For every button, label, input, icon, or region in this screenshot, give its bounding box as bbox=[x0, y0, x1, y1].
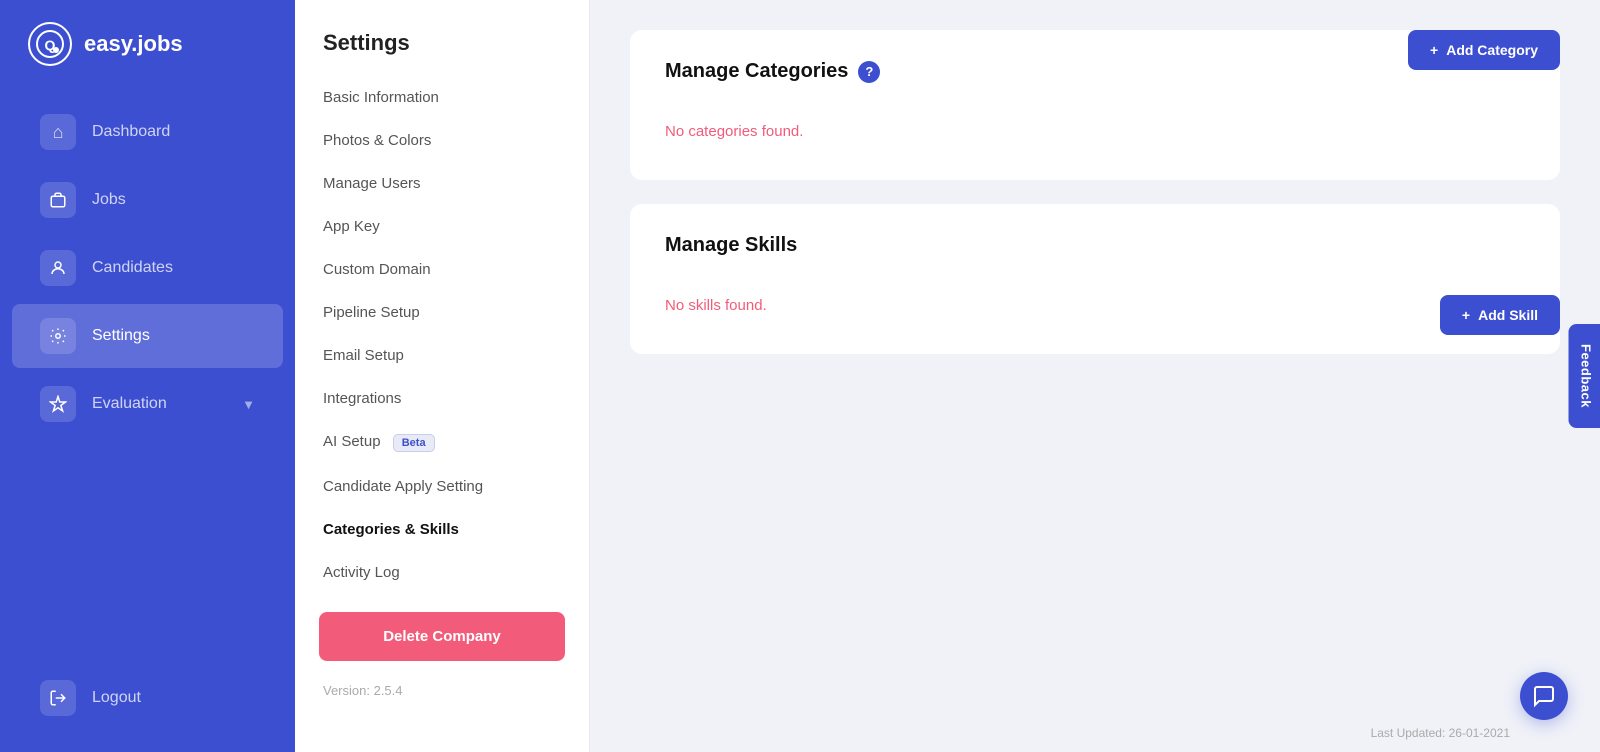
manage-skills-title: Manage Skills bbox=[665, 234, 797, 257]
settings-menu-candidate-apply[interactable]: Candidate Apply Setting bbox=[295, 465, 589, 508]
feedback-tab[interactable]: Feedback bbox=[1569, 324, 1600, 428]
sidebar-label-settings: Settings bbox=[92, 327, 255, 345]
candidates-icon bbox=[40, 250, 76, 286]
chat-bubble-button[interactable] bbox=[1520, 672, 1568, 720]
sidebar-label-dashboard: Dashboard bbox=[92, 123, 255, 141]
logo-area[interactable]: Q easy.jobs bbox=[0, 0, 295, 88]
logout-area[interactable]: Logout bbox=[0, 664, 295, 752]
delete-company-button[interactable]: Delete Company bbox=[319, 612, 565, 661]
version-text: Version: 2.5.4 bbox=[295, 671, 589, 710]
settings-content: + Add Category Manage Categories ? No ca… bbox=[590, 0, 1600, 752]
add-category-button[interactable]: + Add Category bbox=[1408, 30, 1560, 70]
sidebar: Q easy.jobs ⌂ Dashboard Jobs Candidates bbox=[0, 0, 295, 752]
manage-categories-title: Manage Categories bbox=[665, 60, 848, 83]
sidebar-item-settings[interactable]: Settings bbox=[12, 304, 283, 368]
settings-menu-photos-colors[interactable]: Photos & Colors bbox=[295, 119, 589, 162]
settings-menu-activity-log[interactable]: Activity Log bbox=[295, 551, 589, 594]
add-skill-button[interactable]: + Add Skill bbox=[1440, 295, 1560, 335]
settings-menu-custom-domain[interactable]: Custom Domain bbox=[295, 248, 589, 291]
settings-menu-categories-skills[interactable]: Categories & Skills bbox=[295, 508, 589, 551]
jobs-icon bbox=[40, 182, 76, 218]
logout-icon bbox=[40, 680, 76, 716]
categories-help-icon[interactable]: ? bbox=[858, 61, 880, 83]
settings-menu-ai-setup[interactable]: AI Setup Beta bbox=[295, 420, 589, 465]
settings-menu-integrations[interactable]: Integrations bbox=[295, 377, 589, 420]
sidebar-item-dashboard[interactable]: ⌂ Dashboard bbox=[12, 100, 283, 164]
sidebar-item-evaluation[interactable]: Evaluation ▼ bbox=[12, 372, 283, 436]
categories-header-left: Manage Categories ? bbox=[665, 60, 880, 83]
dashboard-icon: ⌂ bbox=[40, 114, 76, 150]
skills-section-header: Manage Skills bbox=[665, 234, 1525, 257]
sidebar-label-jobs: Jobs bbox=[92, 191, 255, 209]
add-category-label: Add Category bbox=[1446, 42, 1538, 58]
settings-sidebar: Settings Basic Information Photos & Colo… bbox=[295, 0, 590, 752]
sidebar-item-jobs[interactable]: Jobs bbox=[12, 168, 283, 232]
evaluation-chevron-icon: ▼ bbox=[242, 397, 255, 412]
skills-header-left: Manage Skills bbox=[665, 234, 797, 257]
add-skill-plus-icon: + bbox=[1462, 307, 1470, 323]
settings-menu-app-key[interactable]: App Key bbox=[295, 205, 589, 248]
add-category-plus-icon: + bbox=[1430, 42, 1438, 58]
settings-menu-pipeline-setup[interactable]: Pipeline Setup bbox=[295, 291, 589, 334]
logo-text: easy.jobs bbox=[84, 31, 183, 57]
settings-menu-manage-users[interactable]: Manage Users bbox=[295, 162, 589, 205]
sidebar-label-evaluation: Evaluation bbox=[92, 395, 226, 413]
ai-beta-badge: Beta bbox=[393, 434, 435, 452]
logo-icon: Q bbox=[28, 22, 72, 66]
logout-button[interactable]: Logout bbox=[12, 666, 283, 730]
settings-menu-email-setup[interactable]: Email Setup bbox=[295, 334, 589, 377]
sidebar-nav: ⌂ Dashboard Jobs Candidates Settings E bbox=[0, 88, 295, 664]
categories-section-header: Manage Categories ? bbox=[665, 60, 1525, 83]
last-updated-text: Last Updated: 26-01-2021 bbox=[1371, 726, 1510, 740]
settings-page-title: Settings bbox=[295, 20, 589, 76]
sidebar-label-candidates: Candidates bbox=[92, 259, 255, 277]
manage-skills-section: Manage Skills No skills found. bbox=[630, 204, 1560, 354]
no-categories-message: No categories found. bbox=[665, 103, 1525, 150]
logout-label: Logout bbox=[92, 689, 255, 707]
settings-menu-basic-info[interactable]: Basic Information bbox=[295, 76, 589, 119]
add-skill-label: Add Skill bbox=[1478, 307, 1538, 323]
evaluation-icon bbox=[40, 386, 76, 422]
sidebar-item-candidates[interactable]: Candidates bbox=[12, 236, 283, 300]
no-skills-message: No skills found. bbox=[665, 277, 1525, 324]
settings-icon bbox=[40, 318, 76, 354]
